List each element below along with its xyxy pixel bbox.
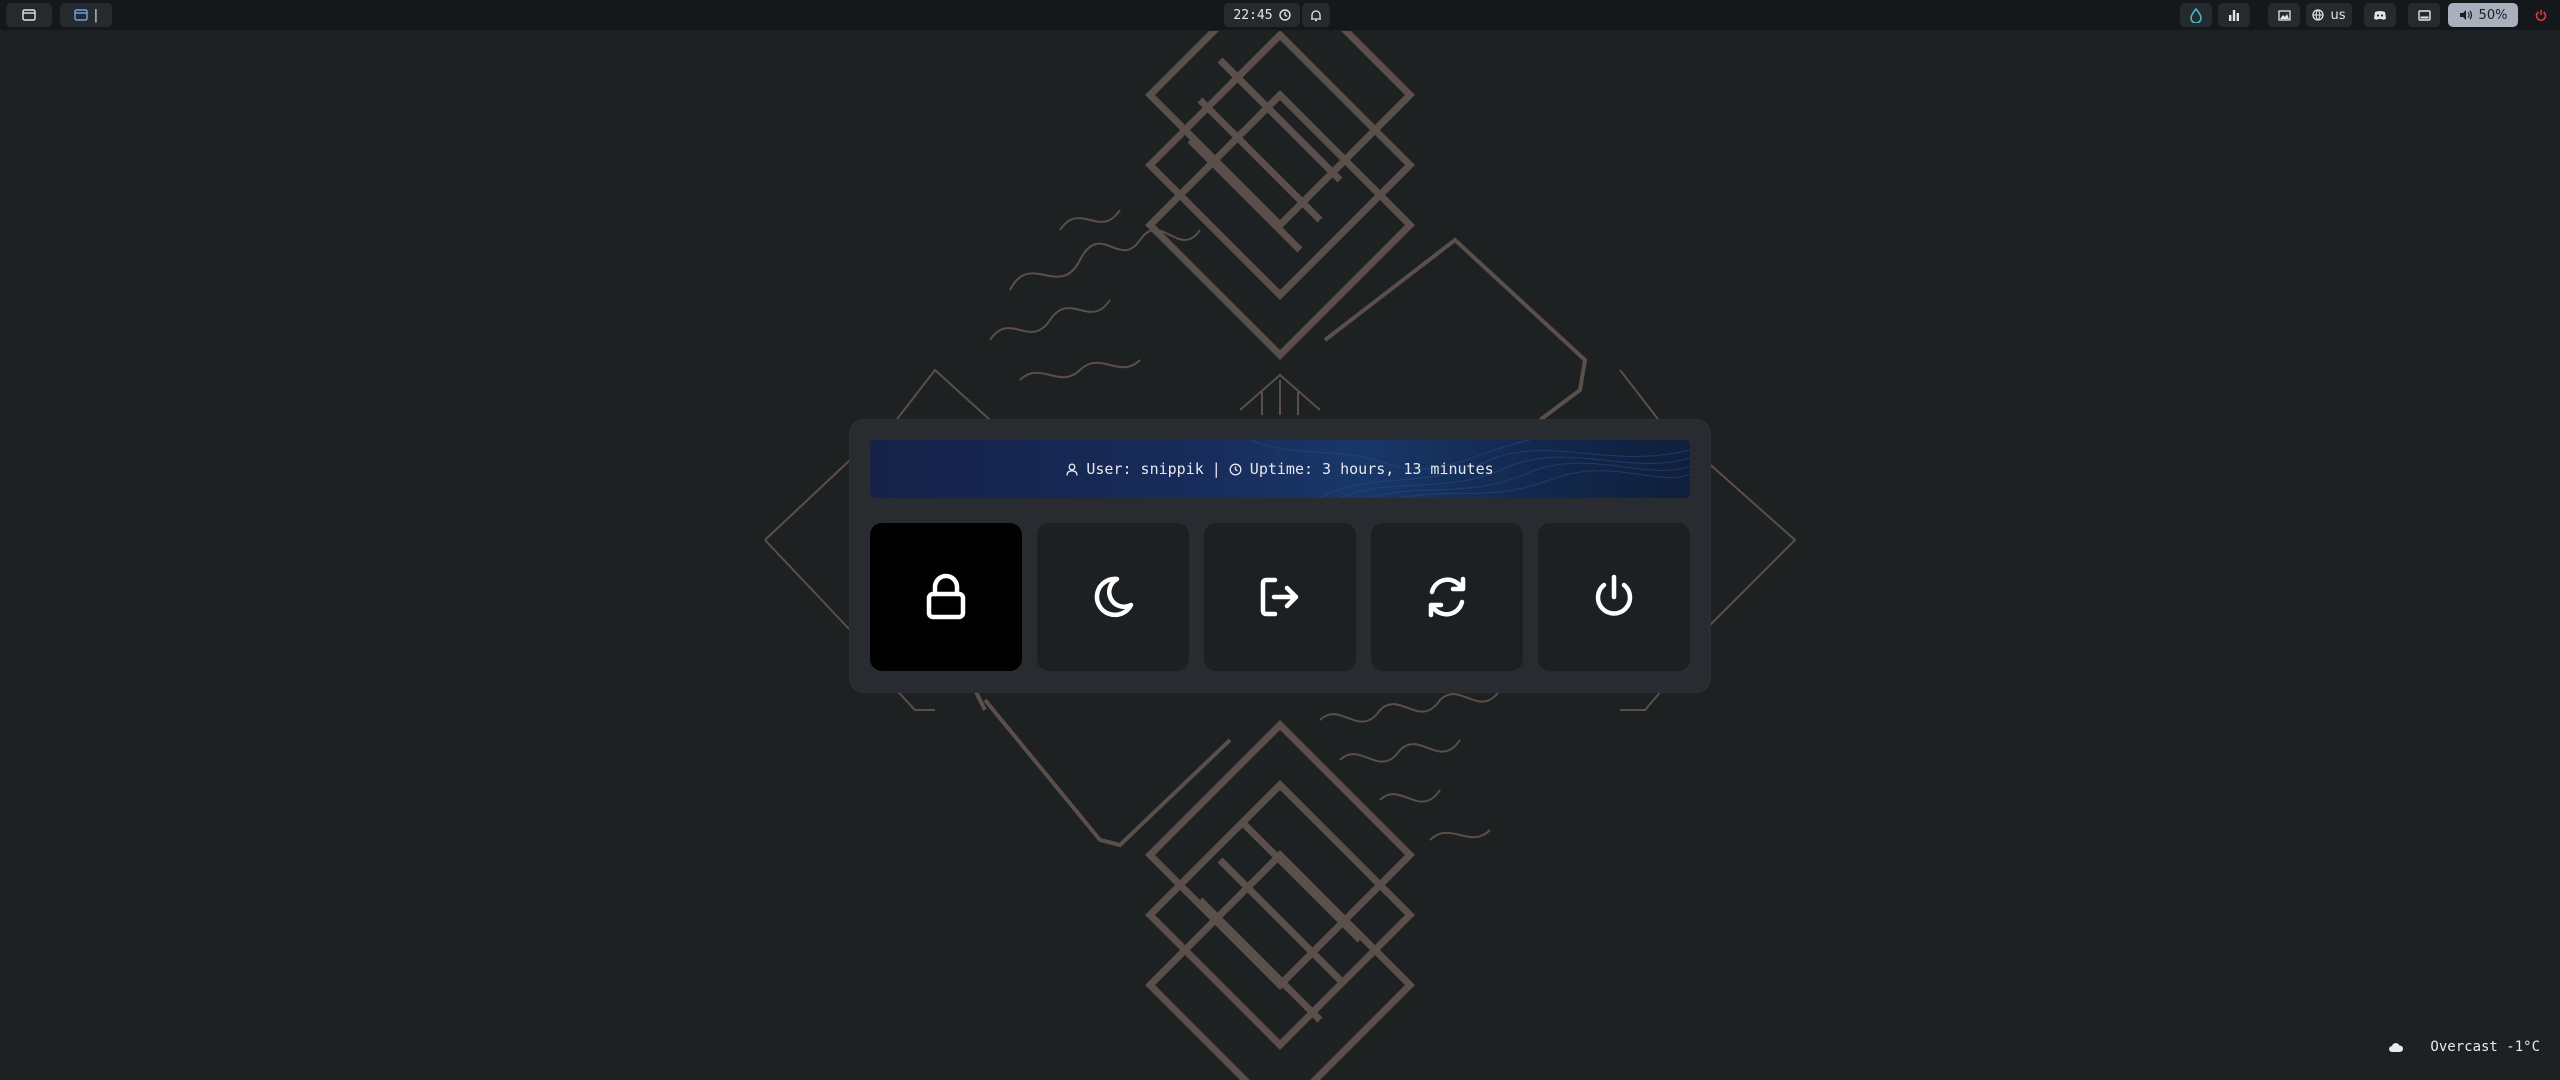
lock-button[interactable] bbox=[870, 523, 1022, 671]
moon-icon bbox=[1094, 576, 1134, 618]
logout-icon bbox=[1260, 577, 1299, 617]
clock-icon bbox=[1229, 463, 1242, 475]
power-icon bbox=[2535, 9, 2547, 21]
droplet-button[interactable] bbox=[2180, 3, 2212, 27]
suspend-button[interactable] bbox=[1037, 523, 1189, 671]
cloud-icon bbox=[2389, 1042, 2404, 1052]
power-menu-panel: User: snippik | Uptime: 3 hours, 13 minu… bbox=[850, 420, 1710, 692]
wallpaper-button[interactable] bbox=[2268, 3, 2300, 27]
monitor-icon bbox=[2417, 9, 2431, 21]
discord-icon bbox=[2374, 10, 2386, 20]
bell-icon bbox=[1311, 9, 1321, 21]
workspace-button[interactable] bbox=[6, 3, 52, 27]
power-actions bbox=[870, 523, 1690, 671]
power-icon bbox=[1595, 574, 1633, 616]
volume-icon bbox=[2459, 10, 2472, 20]
lock-icon bbox=[926, 573, 966, 620]
stats-button[interactable] bbox=[2218, 3, 2250, 27]
uptime-text: Uptime: 3 hours, 13 minutes bbox=[1249, 460, 1494, 478]
clock-icon bbox=[1278, 9, 1291, 21]
user-text: User: snippik bbox=[1086, 460, 1204, 478]
globe-icon bbox=[2312, 9, 2325, 21]
volume-label: 50% bbox=[2478, 7, 2508, 23]
bar-chart-icon bbox=[2229, 10, 2239, 21]
discord-button[interactable] bbox=[2364, 3, 2396, 27]
droplet-icon bbox=[2190, 7, 2202, 23]
logout-button[interactable] bbox=[1204, 523, 1356, 671]
volume-button[interactable]: 50% bbox=[2448, 3, 2518, 27]
top-bar: | 22:45 us 50% bbox=[0, 0, 2560, 31]
app-window-icon bbox=[74, 9, 88, 21]
refresh-icon bbox=[1428, 576, 1466, 618]
active-window-label: | bbox=[93, 7, 99, 23]
power-menu-button[interactable] bbox=[2528, 3, 2554, 27]
weather-widget: Overcast -1°C bbox=[2388, 1037, 2540, 1057]
weather-text: Overcast -1°C bbox=[2430, 1039, 2540, 1055]
image-icon bbox=[2277, 9, 2291, 21]
monitor-button[interactable] bbox=[2408, 3, 2440, 27]
session-info-banner: User: snippik | Uptime: 3 hours, 13 minu… bbox=[870, 440, 1690, 498]
active-window-button[interactable]: | bbox=[60, 3, 112, 27]
shutdown-button[interactable] bbox=[1538, 523, 1690, 671]
clock-button[interactable]: 22:45 bbox=[1224, 3, 1300, 27]
info-separator: | bbox=[1211, 460, 1221, 478]
user-icon bbox=[1066, 463, 1079, 476]
keyboard-layout-button[interactable]: us bbox=[2306, 3, 2352, 27]
reboot-button[interactable] bbox=[1371, 523, 1523, 671]
keyboard-layout-label: us bbox=[2330, 7, 2346, 23]
notifications-button[interactable] bbox=[1302, 3, 1330, 27]
window-icon bbox=[22, 9, 36, 21]
clock-time: 22:45 bbox=[1233, 7, 1273, 23]
